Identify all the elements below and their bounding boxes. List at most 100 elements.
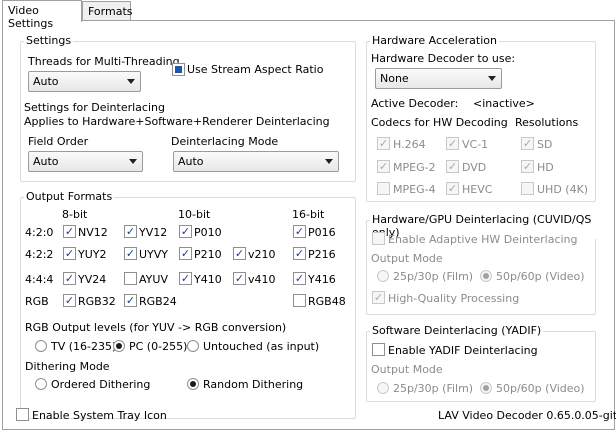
mpeg2-checkbox[interactable]: ✓ (377, 160, 390, 173)
random-dithering-label: Random Dithering (203, 378, 304, 391)
system-tray-checkbox[interactable] (16, 408, 29, 421)
yv12-checkbox[interactable]: ✓ (124, 225, 137, 238)
uhd-checkbox[interactable] (521, 182, 534, 195)
tab-formats[interactable]: Formats (82, 1, 133, 20)
rgb-levels-label: RGB Output levels (for YUV -> RGB conver… (25, 321, 287, 334)
nv12-checkbox[interactable]: ✓ (63, 225, 76, 238)
deint-note: Applies to Hardware+Software+Renderer De… (24, 115, 330, 128)
hq-processing-label: High-Quality Processing (388, 292, 520, 305)
pc-levels-label: PC (0-255) (129, 340, 188, 353)
ordered-dithering-label: Ordered Dithering (51, 378, 151, 391)
video-settings-panel: Settings Threads for Multi-Threading Aut… (2, 20, 616, 430)
system-tray-label: Enable System Tray Icon (32, 409, 167, 422)
chevron-down-icon (325, 159, 333, 164)
y416-checkbox[interactable]: ✓ (293, 272, 306, 285)
v210-checkbox[interactable]: ✓ (233, 247, 246, 260)
active-decoder-label: Active Decoder: (371, 97, 459, 110)
rgb32-checkbox[interactable]: ✓ (63, 294, 76, 307)
field-order-label: Field Order (28, 135, 89, 148)
y416-label: Y416 (308, 273, 336, 286)
row-rgb-label: RGB (25, 295, 49, 308)
hw-acceleration-title: Hardware Acceleration (370, 34, 499, 47)
y410-checkbox[interactable]: ✓ (179, 272, 192, 285)
yadif-checkbox[interactable] (372, 343, 385, 356)
hw-film-radio[interactable] (377, 270, 389, 282)
sw-output-mode-label: Output Mode (371, 363, 443, 376)
p016-checkbox[interactable]: ✓ (293, 225, 306, 238)
threads-label: Threads for Multi-Threading (28, 55, 180, 68)
tv-levels-radio[interactable] (35, 340, 47, 352)
threads-select[interactable]: Auto (28, 71, 141, 92)
v410-label: v410 (248, 273, 276, 286)
yv24-label: YV24 (78, 273, 107, 286)
yv12-label: YV12 (139, 226, 168, 239)
uhd-label: UHD (4K) (537, 183, 589, 196)
row-444-label: 4:4:4 (25, 273, 54, 286)
hw-decoder-select[interactable]: None (375, 68, 502, 89)
rgb48-checkbox[interactable] (293, 294, 306, 307)
p216-label: P216 (308, 248, 336, 261)
hq-processing-checkbox[interactable]: ✓ (372, 291, 385, 304)
hevc-checkbox[interactable]: ✓ (446, 182, 459, 195)
untouched-levels-label: Untouched (as input) (203, 340, 320, 353)
ayuv-checkbox[interactable] (124, 272, 137, 285)
row-422-label: 4:2:2 (25, 248, 54, 261)
uyvy-checkbox[interactable]: ✓ (124, 247, 137, 260)
hevc-label: HEVC (462, 183, 493, 196)
deint-mode-label: Deinterlacing Mode (171, 135, 279, 148)
h264-checkbox[interactable]: ✓ (377, 137, 390, 150)
dvd-checkbox[interactable]: ✓ (446, 160, 459, 173)
hd-checkbox[interactable]: ✓ (521, 160, 534, 173)
deint-mode-select[interactable]: Auto (173, 151, 339, 172)
yuy2-label: YUY2 (78, 248, 107, 261)
p210-checkbox[interactable]: ✓ (179, 247, 192, 260)
mpeg4-checkbox[interactable] (377, 182, 390, 195)
v210-label: v210 (248, 248, 276, 261)
hw-decoder-value: None (380, 72, 409, 85)
mpeg4-label: MPEG-4 (393, 183, 436, 196)
y410-label: Y410 (194, 273, 222, 286)
v410-checkbox[interactable]: ✓ (233, 272, 246, 285)
sw-video-radio[interactable] (480, 382, 492, 394)
yuy2-checkbox[interactable]: ✓ (63, 247, 76, 260)
untouched-levels-radio[interactable] (187, 340, 199, 352)
col-8bit: 8-bit (62, 208, 88, 221)
threads-select-value: Auto (33, 75, 59, 88)
p216-checkbox[interactable]: ✓ (293, 247, 306, 260)
p010-checkbox[interactable]: ✓ (179, 225, 192, 238)
adaptive-hw-deint-label: Enable Adaptive HW Deinterlacing (388, 233, 578, 246)
col-16bit: 16-bit (292, 208, 325, 221)
pc-levels-radio[interactable] (113, 340, 125, 352)
field-order-select[interactable]: Auto (28, 151, 143, 172)
chevron-down-icon (488, 76, 496, 81)
yadif-label: Enable YADIF Deinterlacing (388, 344, 538, 357)
adaptive-hw-deint-checkbox[interactable] (372, 232, 385, 245)
sw-film-radio[interactable] (377, 382, 389, 394)
ordered-dithering-radio[interactable] (35, 378, 47, 390)
sd-checkbox[interactable]: ✓ (521, 137, 534, 150)
tv-levels-label: TV (16-235) (51, 340, 117, 353)
p010-label: P010 (194, 226, 222, 239)
field-order-value: Auto (33, 155, 59, 168)
rgb24-checkbox[interactable]: ✓ (124, 294, 137, 307)
rgb24-label: RGB24 (139, 295, 177, 308)
sw-video-label: 50p/60p (Video) (496, 382, 585, 395)
hw-video-label: 50p/60p (Video) (496, 270, 585, 283)
stream-aspect-checkbox[interactable] (172, 63, 185, 76)
resolutions-label: Resolutions (515, 116, 579, 129)
uyvy-label: UYVY (139, 248, 169, 261)
stream-aspect-label: Use Stream Aspect Ratio (187, 63, 324, 76)
hw-output-mode-label: Output Mode (371, 252, 443, 265)
rgb48-label: RGB48 (308, 295, 346, 308)
settings-title: Settings (24, 34, 74, 47)
random-dithering-radio[interactable] (187, 378, 199, 390)
hw-film-label: 25p/30p (Film) (393, 270, 474, 283)
yv24-checkbox[interactable]: ✓ (63, 272, 76, 285)
tab-video-settings[interactable]: Video Settings (2, 0, 82, 30)
chevron-down-icon (129, 159, 137, 164)
deint-mode-value: Auto (178, 155, 204, 168)
codecs-label: Codecs for HW Decoding (371, 116, 508, 129)
hw-video-radio[interactable] (480, 270, 492, 282)
h264-label: H.264 (393, 138, 426, 151)
vc1-checkbox[interactable]: ✓ (446, 137, 459, 150)
